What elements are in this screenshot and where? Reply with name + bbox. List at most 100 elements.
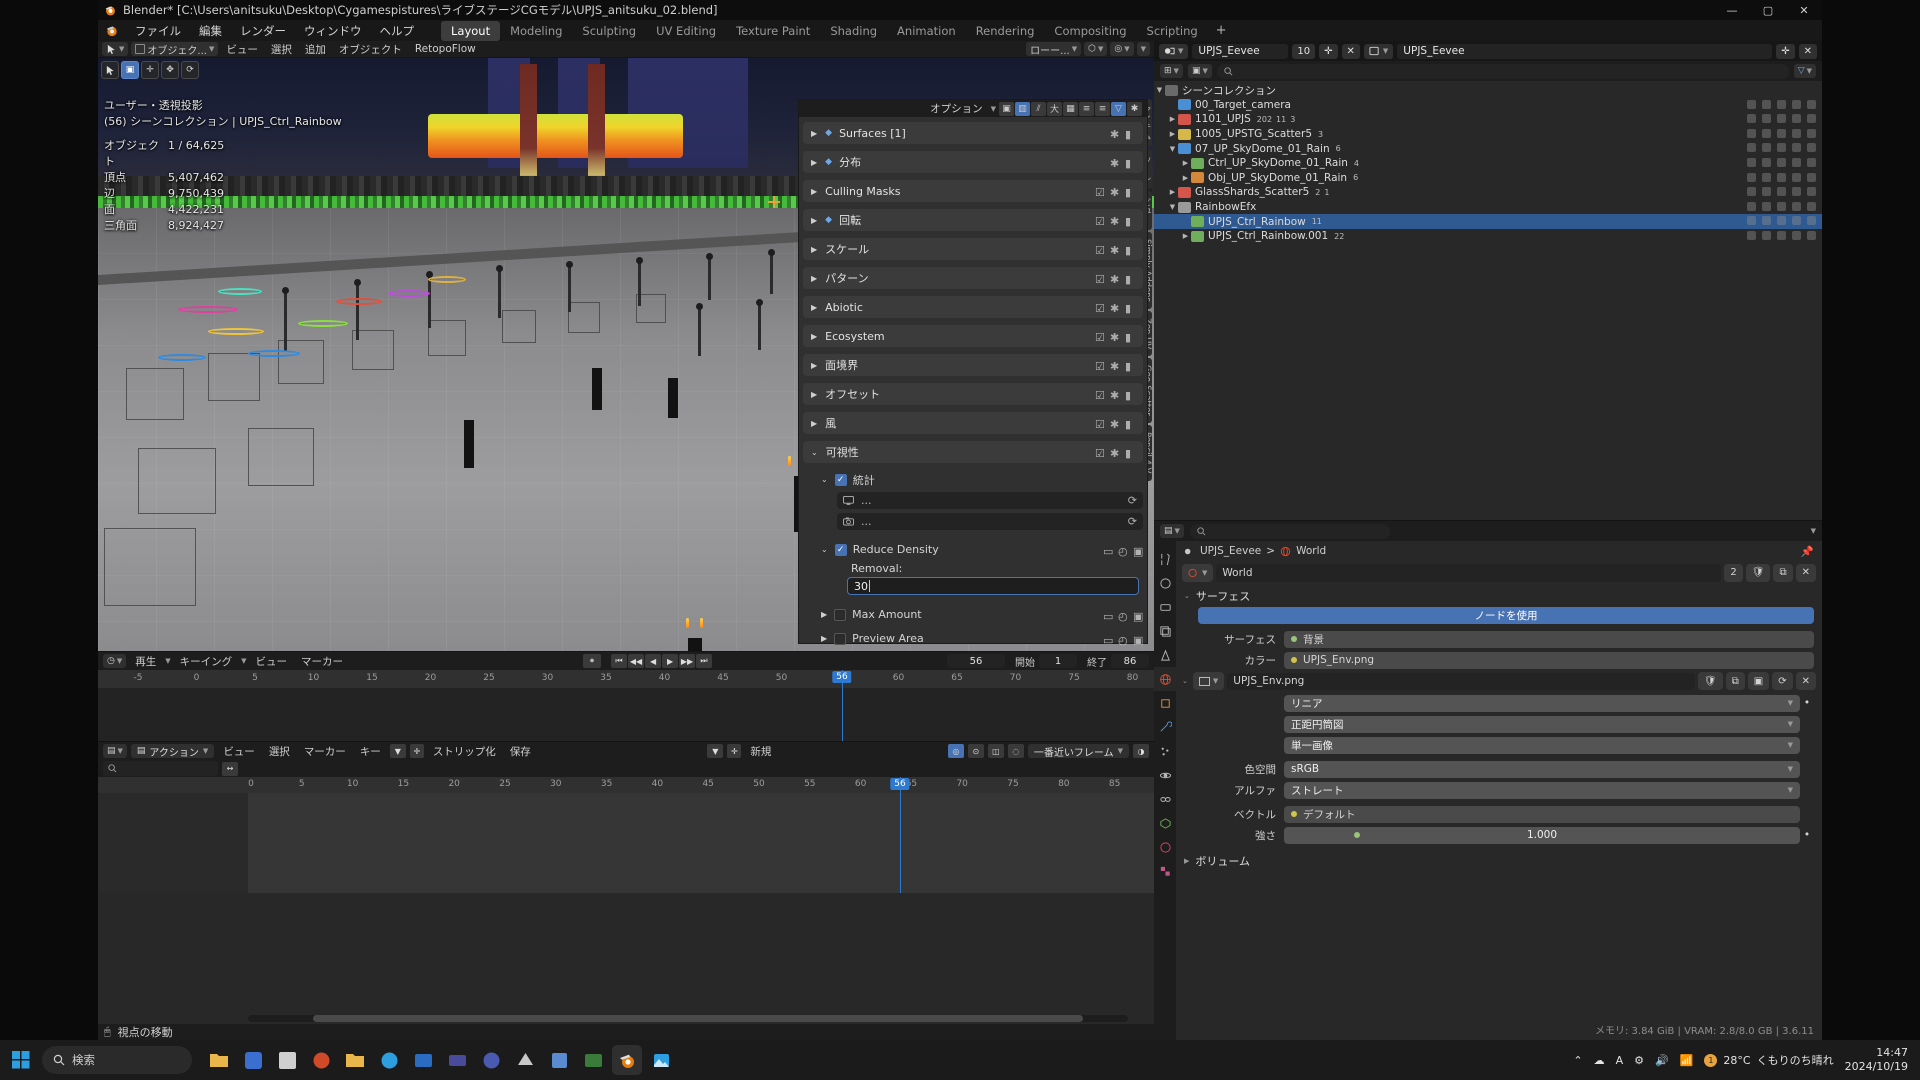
clock-icon[interactable]: ◴: [1118, 610, 1128, 623]
arrow-icon[interactable]: [1762, 216, 1771, 226]
viewlayer-new-button[interactable]: ✛: [1776, 43, 1795, 59]
screen-icon[interactable]: [1777, 128, 1786, 138]
max-amount-row[interactable]: ▶ Max Amount ▭ ◴ ▣: [821, 605, 1143, 624]
tray-volume-icon[interactable]: 🔊: [1655, 1054, 1669, 1067]
scatter-section-surfaces[interactable]: ▶ ◆ Surfaces [1] ✱ ▮: [803, 122, 1143, 144]
section-toggle-icon[interactable]: ▮: [1125, 128, 1135, 141]
breadcrumb-world[interactable]: World: [1296, 545, 1326, 557]
clock-icon[interactable]: ◴: [1118, 545, 1128, 558]
dopesheet-mode-selector[interactable]: ▤ アクション ▼: [130, 744, 215, 759]
tab-world[interactable]: [1154, 667, 1176, 691]
retopoflow-menu[interactable]: RetopoFlow: [410, 42, 481, 56]
taskbar-app-mfp[interactable]: [442, 1045, 472, 1075]
scene-user-count[interactable]: 10: [1292, 43, 1316, 59]
section-check-icon[interactable]: ☑: [1095, 360, 1105, 373]
section-check-icon[interactable]: ☑: [1095, 273, 1105, 286]
timeline-menu-playback[interactable]: 再生: [130, 653, 161, 670]
tab-animation[interactable]: Animation: [887, 21, 966, 41]
screen-icon[interactable]: [1777, 99, 1786, 109]
scene-browse-button[interactable]: ▼: [1159, 43, 1189, 59]
camera-icon[interactable]: [1792, 157, 1801, 167]
texture-browse-button[interactable]: ▼: [1192, 672, 1225, 690]
eye-icon[interactable]: [1807, 143, 1816, 153]
section-toggle-icon[interactable]: ▮: [1125, 331, 1135, 344]
taskbar-app-photos[interactable]: [646, 1045, 676, 1075]
breadcrumb-scene[interactable]: UPJS_Eevee: [1200, 545, 1261, 557]
world-shield-button[interactable]: 🛡: [1745, 563, 1771, 582]
stat-render-field[interactable]: ... ⟳: [837, 513, 1143, 530]
section-gear-icon[interactable]: ✱: [1110, 360, 1120, 373]
arrow-icon[interactable]: [1762, 187, 1771, 197]
taskbar-app-office[interactable]: [306, 1045, 336, 1075]
camera-icon[interactable]: [1792, 128, 1801, 138]
tab-view-layer[interactable]: [1154, 619, 1176, 643]
interpolation-dropdown[interactable]: リニア ▼: [1284, 694, 1800, 712]
dopesheet-search-input[interactable]: [103, 761, 218, 776]
camera-icon[interactable]: [1792, 172, 1801, 182]
action-browse-button[interactable]: ▼: [389, 744, 406, 758]
play-button[interactable]: ▶: [662, 654, 679, 668]
tab-particles[interactable]: [1154, 739, 1176, 763]
removal-input[interactable]: 30: [847, 577, 1139, 595]
arrow-icon[interactable]: [1762, 99, 1771, 109]
tab-sculpting[interactable]: Sculpting: [572, 21, 646, 41]
tray-ime-icon[interactable]: A: [1616, 1054, 1624, 1067]
cursor-tool-icon[interactable]: ✛: [141, 61, 159, 79]
scatter-section-wind[interactable]: ▶ 風 ☑ ✱ ▮: [803, 412, 1143, 434]
dopesheet-menu-marker[interactable]: マーカー: [299, 743, 351, 760]
person-icon[interactable]: 大: [1047, 101, 1062, 116]
monitor-icon[interactable]: ▭: [1103, 545, 1113, 558]
outliner-row[interactable]: ▶ Ctrl_UP_SkyDome_01_Rain 4: [1154, 156, 1822, 171]
preview-area-checkbox[interactable]: [834, 632, 847, 645]
colorspace-dropdown[interactable]: sRGB ▼: [1284, 760, 1800, 778]
checkbox-icon[interactable]: [1747, 157, 1756, 167]
section-gear-icon[interactable]: ✱: [1110, 215, 1120, 228]
section-gear-icon[interactable]: ✱: [1110, 331, 1120, 344]
action-new-button[interactable]: ✛: [409, 744, 424, 758]
section-check-icon[interactable]: ☑: [1095, 447, 1105, 460]
camera-icon[interactable]: ▣: [1133, 545, 1143, 558]
camera-icon[interactable]: [1792, 143, 1801, 153]
tab-shading[interactable]: Shading: [820, 21, 887, 41]
tab-output[interactable]: [1154, 595, 1176, 619]
section-gear-icon[interactable]: ✱: [1110, 244, 1120, 257]
scatter-section-culling-masks[interactable]: ▶ Culling Masks ☑ ✱ ▮: [803, 180, 1143, 202]
max-amount-checkbox[interactable]: [834, 608, 847, 621]
surface-section-header[interactable]: ⌄ サーフェス: [1176, 587, 1822, 604]
outliner-row[interactable]: ▶ GlassShards_Scatter5 2 1: [1154, 185, 1822, 200]
minimize-button[interactable]: —: [1714, 0, 1750, 20]
list2-icon[interactable]: ≡: [1095, 101, 1110, 116]
outliner-search-input[interactable]: [1216, 63, 1789, 79]
tab-tool[interactable]: [1154, 547, 1176, 571]
editor-type-selector[interactable]: ▼: [102, 42, 129, 56]
taskbar-app-terminal[interactable]: [578, 1045, 608, 1075]
screen-icon[interactable]: [1777, 187, 1786, 197]
taskbar-app-outlook[interactable]: [408, 1045, 438, 1075]
scatter-section-distribution[interactable]: ▶ ◆ 分布 ✱ ▮: [803, 151, 1143, 173]
viewlayer-browse-button[interactable]: ▼: [1363, 43, 1394, 59]
camera-icon[interactable]: [1792, 187, 1801, 197]
viewlayer-name-field[interactable]: UPJS_Eevee: [1397, 43, 1773, 59]
menu-file[interactable]: ファイル: [126, 21, 190, 41]
section-gear-icon[interactable]: ✱: [1110, 447, 1120, 460]
checkbox-icon[interactable]: [1747, 230, 1756, 240]
outliner-row[interactable]: 00_Target_camera: [1154, 98, 1822, 113]
chevron-right-icon[interactable]: ▶: [1180, 159, 1191, 167]
save-button[interactable]: 保存: [505, 743, 536, 760]
eye-icon[interactable]: [1807, 230, 1816, 240]
checkbox-icon[interactable]: [1747, 99, 1756, 109]
dopesheet-channels[interactable]: [98, 793, 248, 893]
stat-viewport-field[interactable]: ... ⟳: [837, 492, 1143, 509]
outliner-row[interactable]: ▶ 1101_UPJS 202 11 3: [1154, 112, 1822, 127]
eye-icon[interactable]: [1807, 216, 1816, 226]
timeline-editor-type[interactable]: ◷ ▼: [103, 654, 127, 668]
checkbox-icon[interactable]: [1747, 172, 1756, 182]
start-frame-field[interactable]: 1: [1039, 654, 1077, 668]
menu-edit[interactable]: 編集: [190, 21, 231, 41]
timeline-ruler[interactable]: -505101520253035404550556065707580: [98, 670, 1154, 688]
section-toggle-icon[interactable]: ▮: [1125, 157, 1135, 170]
tray-settings-icon[interactable]: ⚙: [1634, 1054, 1644, 1067]
tab-modeling[interactable]: Modeling: [500, 21, 572, 41]
reduce-density-row[interactable]: ⌄ ✓ Reduce Density ▭ ◴ ▣: [821, 540, 1143, 559]
screen-icon[interactable]: [1777, 114, 1786, 124]
